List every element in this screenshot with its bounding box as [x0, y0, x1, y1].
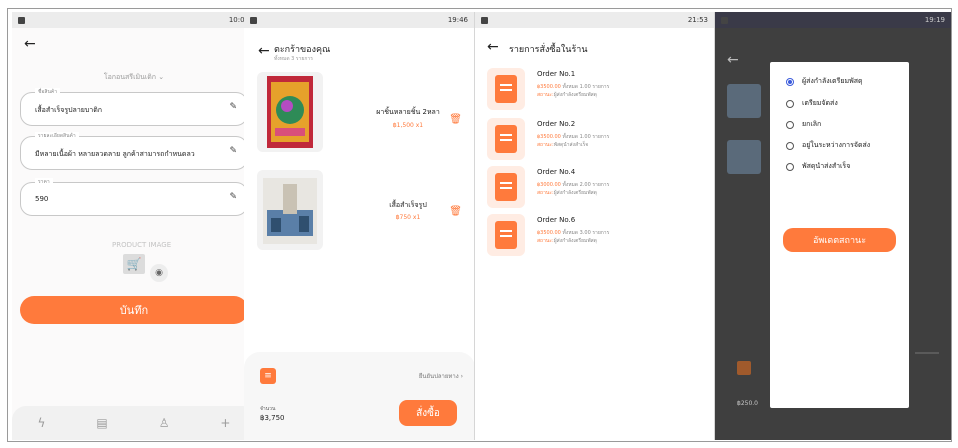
- update-status-screen: 19:19 ← ฿250.0 ผู้ส่งกำลังเตรียมพัสดุ เต…: [715, 12, 951, 440]
- order-number: Order No.4: [537, 168, 576, 176]
- order-status: สถานะ:ผู้ส่งกำลังเตรียมพัสดุ: [537, 190, 597, 196]
- order-total: ฿3500.00 ทั้งหมด 3.00 รายการ: [537, 230, 610, 236]
- status-bar: 19:46: [244, 12, 474, 28]
- receipt-icon: ≡: [260, 368, 276, 384]
- category-dropdown[interactable]: โอกอนสรีเมินเดิก ⌄: [12, 72, 255, 83]
- status-option[interactable]: เตรียมจัดส่ง: [786, 98, 838, 109]
- field-value: เสื้อสำเร็จรูปลายบาติก: [35, 106, 103, 114]
- status-option[interactable]: ผู้ส่งกำลังเตรียมพัสดุ: [786, 76, 863, 87]
- pencil-icon[interactable]: ✎: [229, 192, 237, 202]
- status-option[interactable]: อยู่ในระหว่างการจัดส่ง: [786, 140, 870, 151]
- status-icon: [481, 16, 488, 24]
- camera-icon[interactable]: ◉: [150, 264, 168, 282]
- cart-count: ทั้งหมด 3 รายการ: [274, 56, 313, 62]
- order-status: สถานะ:ผู้ส่งกำลังเตรียมพัสดุ: [537, 238, 597, 244]
- order-button[interactable]: สั่งซื้อ: [399, 400, 457, 426]
- save-button[interactable]: บันทึก: [20, 296, 248, 324]
- field-label: รายละเอียดสินค้า: [35, 132, 79, 140]
- order-status: สถานะ:ผู้ส่งกำลังเตรียมพัสดุ: [537, 92, 597, 98]
- status-icon: [250, 16, 257, 24]
- product-thumbnail: [727, 84, 761, 118]
- order-number: Order No.6: [537, 216, 576, 224]
- total-label: จำนวน: [260, 406, 276, 412]
- status-icon: [18, 16, 25, 24]
- field-value: มีหลายเนื้อผ้า หลายลวดลาย ลูกค้าสามารถกำ…: [35, 150, 195, 158]
- list-item[interactable]: Order No.1 ฿3500.00 ทั้งหมด 1.00 รายการ …: [487, 66, 707, 112]
- order-number: Order No.1: [537, 70, 576, 78]
- page-title: รายการสั่งซื้อในร้าน: [509, 45, 588, 55]
- back-arrow-icon[interactable]: ←: [258, 43, 270, 59]
- store-icon[interactable]: ▤: [96, 416, 107, 430]
- payment-method-link[interactable]: ยืนยันปลายทาง ›: [419, 371, 463, 381]
- order-total: ฿3000.00 ทั้งหมด 2.00 รายการ: [537, 182, 610, 188]
- product-name-field[interactable]: ชื่อสินค้า เสื้อสำเร็จรูปลายบาติก ✎: [20, 88, 248, 126]
- list-item[interactable]: Order No.6 ฿3500.00 ทั้งหมด 3.00 รายการ …: [487, 212, 707, 258]
- status-option[interactable]: ยกเลิก: [786, 119, 821, 130]
- pencil-icon[interactable]: ✎: [229, 102, 237, 112]
- cart-screen: 19:46 ← ตะกร้าของคุณ ทั้งหมด 3 รายการ ผา…: [244, 12, 475, 440]
- back-arrow-icon[interactable]: ←: [24, 36, 36, 52]
- total-value: ฿250.0: [737, 400, 758, 407]
- product-description-field[interactable]: รายละเอียดสินค้า มีหลายเนื้อผ้า หลายลวดล…: [20, 132, 248, 170]
- order-status: สถานะ:พัสดุนำส่งสำเร็จ: [537, 142, 589, 148]
- trash-icon[interactable]: 🗑: [449, 206, 462, 217]
- status-bar: 21:53: [475, 12, 714, 28]
- status-icon: [721, 16, 728, 24]
- receipt-icon: [737, 361, 751, 375]
- radio-icon[interactable]: [786, 120, 794, 129]
- cart-placeholder-icon: 🛒: [123, 254, 145, 274]
- status-time: 19:46: [447, 16, 468, 24]
- page-title: ตะกร้าของคุณ: [274, 45, 331, 55]
- bottom-nav: ϟ ▤ ♙ +: [12, 406, 255, 440]
- field-label: ชื่อสินค้า: [35, 88, 61, 96]
- field-label: ราคา: [35, 178, 53, 186]
- edit-product-screen: 10:04 ← โอกอนสรีเมินเดิก ⌄ ชื่อสินค้า เส…: [12, 12, 256, 440]
- bolt-icon[interactable]: ϟ: [37, 416, 45, 430]
- product-image[interactable]: [257, 72, 323, 152]
- receipt-icon: [487, 166, 525, 208]
- radio-icon[interactable]: [786, 162, 794, 171]
- back-arrow-icon[interactable]: ←: [727, 52, 739, 68]
- update-status-button[interactable]: อัพเดตสถานะ: [783, 228, 896, 252]
- receipt-icon: [487, 118, 525, 160]
- status-option[interactable]: พัสดุนำส่งสำเร็จ: [786, 161, 850, 172]
- order-total: ฿3500.00 ทั้งหมด 1.00 รายการ: [537, 84, 610, 90]
- product-image-label: PRODUCT IMAGE: [112, 241, 172, 249]
- status-bar: 10:04: [12, 12, 255, 28]
- divider: [915, 352, 939, 354]
- user-icon[interactable]: ♙: [159, 416, 170, 430]
- status-time: 19:19: [924, 16, 945, 24]
- back-arrow-icon[interactable]: ←: [487, 39, 499, 55]
- product-thumbnail: [727, 140, 761, 174]
- radio-icon[interactable]: [786, 141, 794, 150]
- total-value: ฿3,750: [260, 414, 285, 422]
- order-total: ฿3500.00 ทั้งหมด 1.00 รายการ: [537, 134, 610, 140]
- radio-icon[interactable]: [786, 99, 794, 108]
- orders-screen: 21:53 ← รายการสั่งซื้อในร้าน Order No.1 …: [475, 12, 715, 440]
- plus-icon[interactable]: +: [220, 416, 230, 430]
- cart-summary: ≡ ยืนยันปลายทาง › จำนวน ฿3,750 สั่งซื้อ: [244, 352, 474, 440]
- list-item[interactable]: Order No.4 ฿3000.00 ทั้งหมด 2.00 รายการ …: [487, 164, 707, 210]
- trash-icon[interactable]: 🗑: [449, 114, 462, 125]
- status-time: 21:53: [687, 16, 708, 24]
- status-bar: 19:19: [715, 12, 951, 28]
- price-field[interactable]: ราคา 590 ✎: [20, 178, 248, 216]
- status-modal: ผู้ส่งกำลังเตรียมพัสดุ เตรียมจัดส่ง ยกเล…: [770, 62, 909, 408]
- product-image[interactable]: [257, 170, 323, 250]
- list-item[interactable]: Order No.2 ฿3500.00 ทั้งหมด 1.00 รายการ …: [487, 116, 707, 162]
- radio-selected-icon[interactable]: [786, 77, 794, 86]
- receipt-icon: [487, 214, 525, 256]
- receipt-icon: [487, 68, 525, 110]
- pencil-icon[interactable]: ✎: [229, 146, 237, 156]
- field-value: 590: [35, 195, 49, 203]
- order-number: Order No.2: [537, 120, 576, 128]
